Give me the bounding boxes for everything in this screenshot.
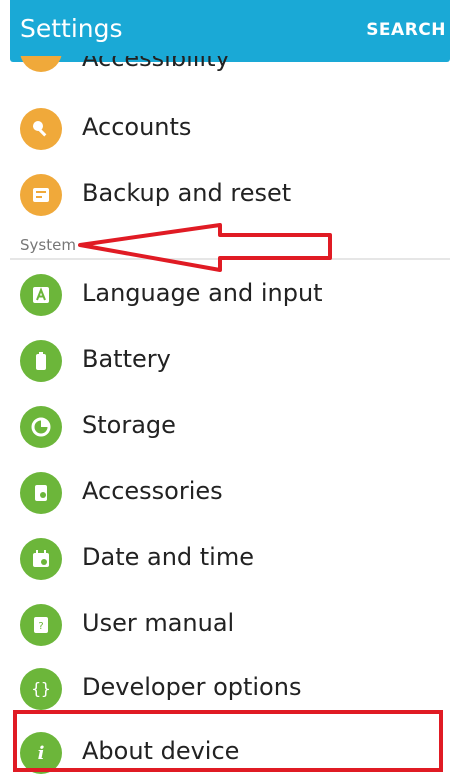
settings-item-language-input[interactable]: Language and input <box>10 266 450 326</box>
settings-item-date-time[interactable]: Date and time <box>10 530 450 590</box>
about-device-highlight-box <box>13 710 443 772</box>
calendar-icon <box>20 538 62 580</box>
settings-item-label: Storage <box>82 411 176 439</box>
settings-item-label: User manual <box>82 609 235 637</box>
settings-item-label: Battery <box>82 345 171 373</box>
section-divider <box>10 258 450 260</box>
settings-item-user-manual[interactable]: ? User manual <box>10 596 450 656</box>
accessibility-icon <box>20 56 62 72</box>
settings-item-label: Language and input <box>82 279 323 307</box>
settings-item-label: Accounts <box>82 113 192 141</box>
settings-item-label: Accessories <box>82 477 223 505</box>
settings-item-label: Backup and reset <box>82 179 292 207</box>
settings-item-accessories[interactable]: Accessories <box>10 464 450 524</box>
settings-screen: Settings SEARCH Accessibility Accounts B… <box>10 0 450 778</box>
settings-item-backup-reset[interactable]: Backup and reset <box>10 166 450 226</box>
settings-item-label: Date and time <box>82 543 254 571</box>
key-icon <box>20 108 62 150</box>
svg-text:?: ? <box>38 621 43 632</box>
manual-icon: ? <box>20 604 62 646</box>
settings-item-label: Accessibility <box>82 56 230 72</box>
app-bar: Settings SEARCH <box>10 0 450 62</box>
settings-item-battery[interactable]: Battery <box>10 332 450 392</box>
search-button[interactable]: SEARCH <box>366 20 446 40</box>
settings-item-accounts[interactable]: Accounts <box>10 100 450 160</box>
settings-item-accessibility[interactable]: Accessibility <box>10 56 450 86</box>
section-header-system: System <box>20 236 76 254</box>
code-icon: {} <box>20 668 62 710</box>
svg-text:{}: {} <box>31 679 50 698</box>
settings-item-label: Developer options <box>82 673 302 701</box>
language-icon <box>20 274 62 316</box>
page-title: Settings <box>20 14 123 43</box>
accessories-icon <box>20 472 62 514</box>
backup-icon <box>20 174 62 216</box>
battery-icon <box>20 340 62 382</box>
storage-icon <box>20 406 62 448</box>
settings-item-storage[interactable]: Storage <box>10 398 450 458</box>
